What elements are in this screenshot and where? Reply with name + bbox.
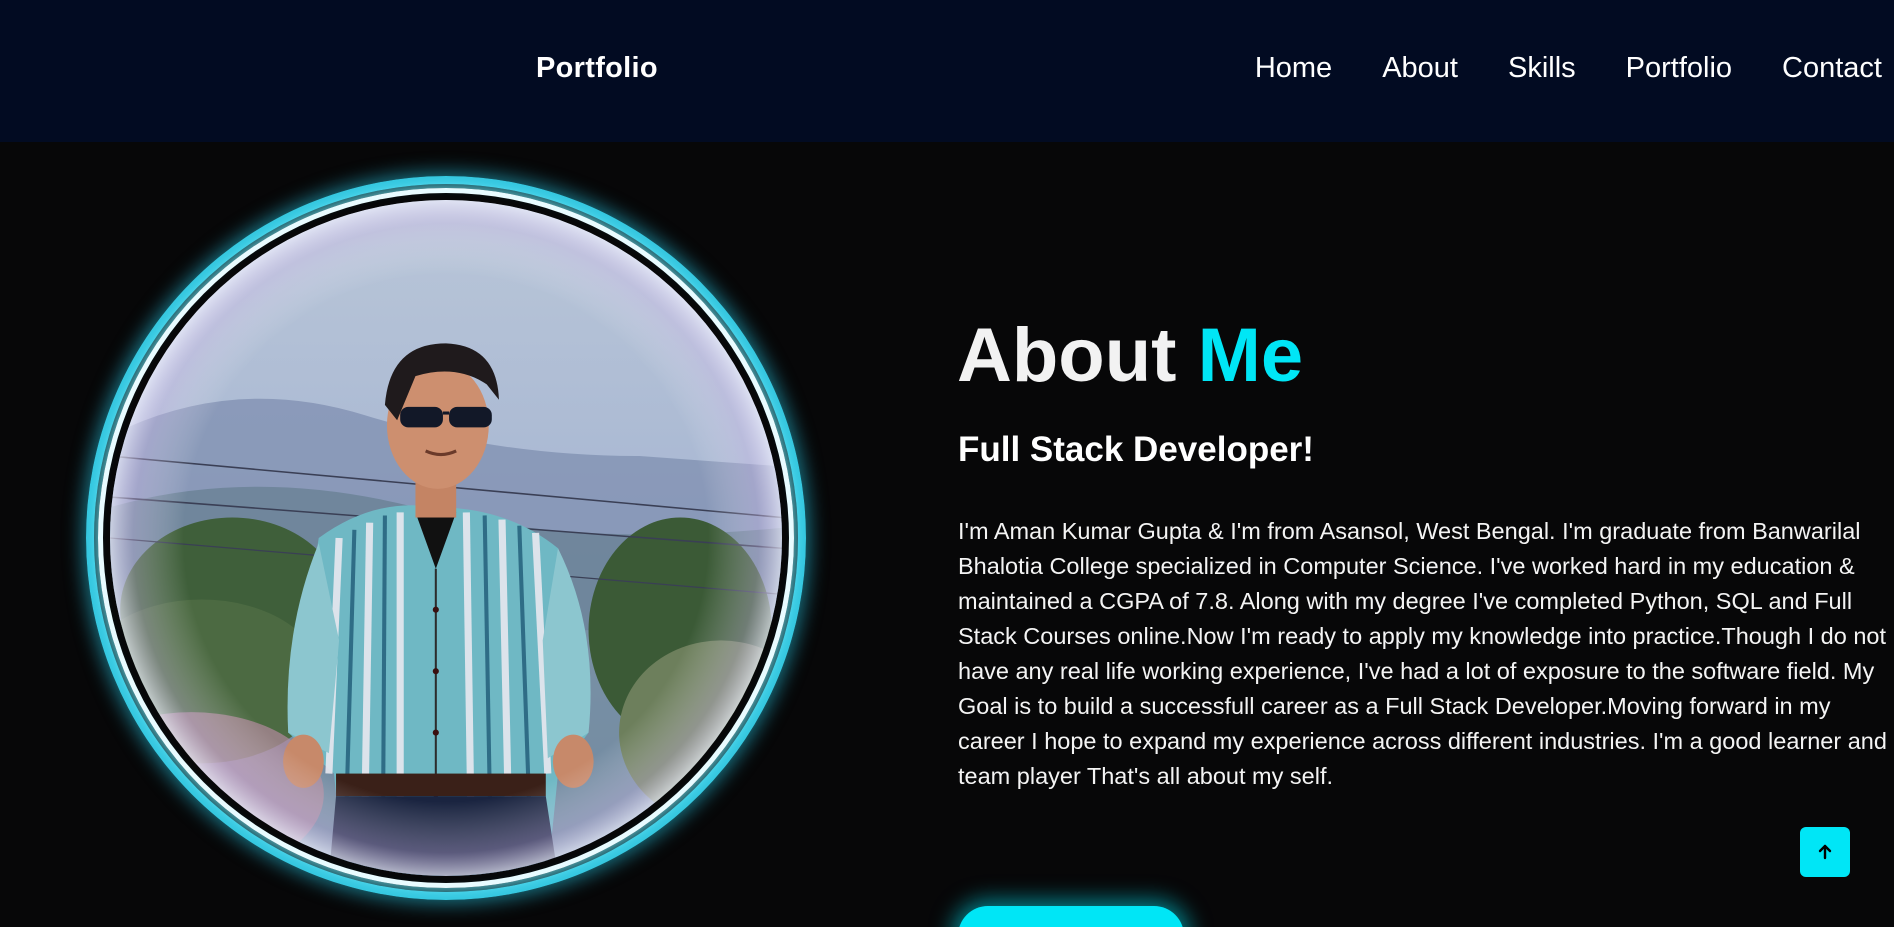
- main-nav: Home About Skills Portfolio Contact: [1255, 52, 1882, 85]
- about-subtitle: Full Stack Developer!: [958, 430, 1314, 469]
- nav-about[interactable]: About: [1382, 52, 1458, 85]
- profile-image: [86, 176, 806, 900]
- about-title-main: About: [957, 313, 1177, 398]
- cta-button[interactable]: [958, 906, 1184, 927]
- profile-photo: [110, 200, 782, 876]
- arrow-up-icon: [1818, 844, 1832, 860]
- about-bio: I'm Aman Kumar Gupta & I'm from Asansol,…: [958, 518, 1887, 789]
- profile-photo-art: [110, 200, 782, 876]
- about-title-accent: Me: [1197, 313, 1304, 398]
- site-header: Portfolio Home About Skills Portfolio Co…: [0, 0, 1894, 142]
- about-title: About Me: [957, 318, 1303, 394]
- nav-portfolio[interactable]: Portfolio: [1626, 52, 1732, 85]
- nav-contact[interactable]: Contact: [1782, 52, 1882, 85]
- scroll-top-button[interactable]: [1800, 827, 1850, 877]
- nav-skills[interactable]: Skills: [1508, 52, 1576, 85]
- page: Portfolio Home About Skills Portfolio Co…: [0, 0, 1894, 927]
- nav-home[interactable]: Home: [1255, 52, 1332, 85]
- logo-link[interactable]: Portfolio: [536, 52, 658, 85]
